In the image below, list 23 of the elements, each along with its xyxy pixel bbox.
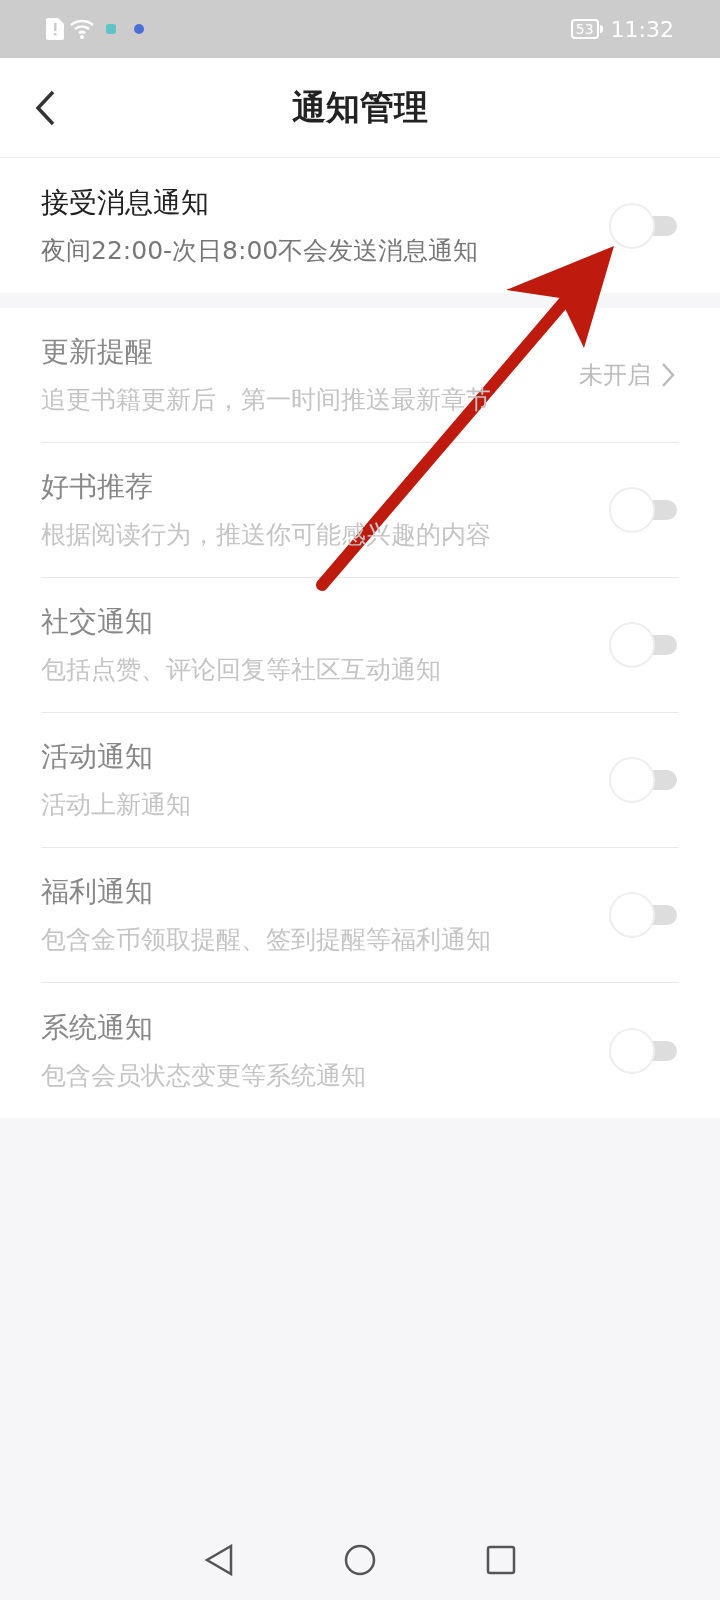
setting-description: 夜间22:00-次日8:00不会发送消息通知 — [41, 234, 480, 267]
setting-title: 活动通知 — [41, 739, 154, 776]
setting-description: 包含金币领取提醒、签到提醒等福利通知 — [41, 924, 492, 957]
setting-title: 系统通知 — [41, 1009, 154, 1046]
setting-description: 包含会员状态变更等系统通知 — [41, 1059, 367, 1092]
setting-title: 福利通知 — [41, 874, 154, 911]
setting-description: 包括点赞、评论回复等社区互动通知 — [41, 654, 442, 687]
page-title: 通知管理 — [292, 86, 428, 129]
app-notification-icon — [134, 24, 144, 34]
setting-title: 更新提醒 — [41, 334, 154, 371]
app-notification-icon — [106, 24, 116, 34]
home-nav-icon[interactable] — [344, 1544, 376, 1576]
back-button[interactable] — [34, 90, 56, 126]
sim-alert-icon — [46, 18, 64, 40]
recents-nav-icon[interactable] — [486, 1545, 516, 1575]
setting-title: 好书推荐 — [41, 469, 154, 506]
wifi-icon — [70, 18, 96, 40]
chevron-icon — [661, 362, 675, 388]
toggle-switch[interactable] — [609, 202, 679, 249]
setting-title: 社交通知 — [41, 604, 154, 641]
setting-title: 接受消息通知 — [41, 184, 210, 221]
setting-description: 活动上新通知 — [41, 789, 192, 822]
back-nav-icon[interactable] — [204, 1544, 234, 1576]
